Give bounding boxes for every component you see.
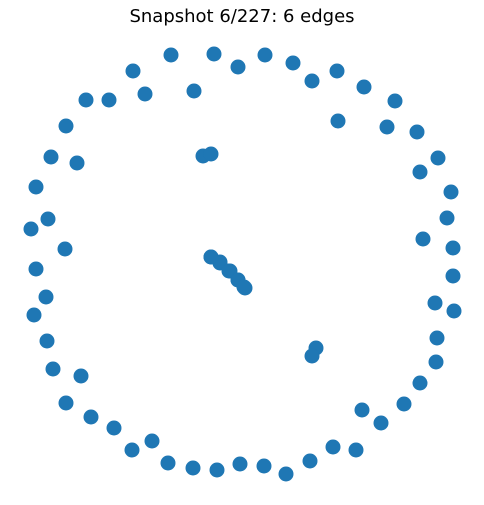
graph-node	[236, 279, 252, 295]
graph-node	[45, 361, 61, 377]
graph-node	[387, 93, 403, 109]
graph-node	[203, 146, 219, 162]
graph-node	[203, 249, 219, 265]
graph-node	[40, 211, 56, 227]
graph-node	[257, 47, 273, 63]
graph-node	[429, 330, 445, 346]
graph-node	[28, 261, 44, 277]
graph-node	[58, 118, 74, 134]
graph-node	[78, 92, 94, 108]
graph-node	[28, 179, 44, 195]
graph-node	[256, 458, 272, 474]
graph-node	[396, 396, 412, 412]
graph-node	[427, 295, 443, 311]
graph-node	[325, 439, 341, 455]
graph-node	[43, 149, 59, 165]
graph-node	[354, 402, 370, 418]
graph-node	[445, 268, 461, 284]
graph-node	[125, 63, 141, 79]
graph-node	[230, 59, 246, 75]
graph-node	[124, 442, 140, 458]
graph-node	[186, 83, 202, 99]
network-graph	[23, 46, 462, 482]
graph-node	[206, 46, 222, 62]
graph-node	[23, 221, 39, 237]
graph-node	[428, 354, 444, 370]
graph-node	[39, 333, 55, 349]
graph-node	[285, 55, 301, 71]
graph-node	[412, 375, 428, 391]
node-layer	[23, 46, 462, 482]
graph-node	[209, 462, 225, 478]
graph-node	[348, 442, 364, 458]
graph-node	[57, 241, 73, 257]
graph-node	[304, 73, 320, 89]
graph-node	[144, 433, 160, 449]
graph-node	[26, 307, 42, 323]
graph-node	[373, 415, 389, 431]
graph-node	[304, 348, 320, 364]
graph-node	[160, 455, 176, 471]
graph-node	[430, 150, 446, 166]
graph-node	[330, 113, 346, 129]
graph-node	[329, 63, 345, 79]
graph-node	[443, 184, 459, 200]
graph-node	[137, 86, 153, 102]
graph-node	[439, 210, 455, 226]
graph-node	[415, 231, 431, 247]
graph-node	[412, 164, 428, 180]
graph-node	[409, 124, 425, 140]
graph-node	[163, 47, 179, 63]
graph-node	[302, 453, 318, 469]
graph-node	[379, 119, 395, 135]
graph-node	[446, 303, 462, 319]
graph-node	[69, 155, 85, 171]
graph-node	[83, 409, 99, 425]
graph-node	[356, 79, 372, 95]
graph-node	[185, 460, 201, 476]
graph-node	[38, 289, 54, 305]
graph-node	[445, 240, 461, 256]
graph-node	[58, 395, 74, 411]
graph-node	[278, 466, 294, 482]
graph-node	[106, 420, 122, 436]
graph-node	[101, 92, 117, 108]
graph-node	[73, 368, 89, 384]
graph-node	[232, 456, 248, 472]
